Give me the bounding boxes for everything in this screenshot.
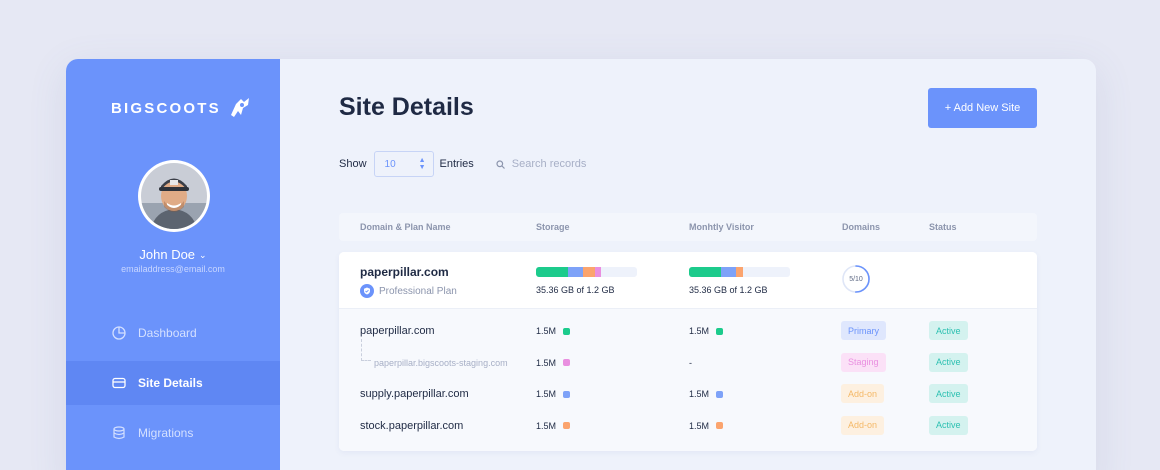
pie-chart-icon	[112, 326, 126, 340]
search-icon	[496, 159, 505, 169]
storage-value-text: 1.5M	[536, 420, 557, 431]
visitors-color-dot	[716, 327, 724, 335]
add-new-site-button[interactable]: + Add New Site	[928, 88, 1037, 128]
table-row[interactable]: supply.paperpillar.com 1.5M 1.5M Add-on Acti…	[339, 378, 1037, 410]
column-header-domains[interactable]: Domains	[842, 222, 880, 232]
entries-value: 10	[384, 158, 396, 170]
visitors-color-dot	[716, 422, 724, 429]
visitors-value-text: -	[689, 357, 692, 368]
shield-check-icon	[360, 284, 374, 298]
show-label: Show	[339, 158, 367, 170]
user-email: emailaddress@email.com	[121, 264, 225, 274]
avatar[interactable]	[138, 160, 210, 232]
sites-table: Domain & Plan Name Storage Monhtly Visit…	[339, 213, 1037, 451]
sidebar-item-site-details[interactable]: Site Details	[66, 361, 280, 405]
status-badge: Active	[929, 384, 968, 403]
sidebar-item-dashboard[interactable]: Dashboard	[66, 311, 280, 355]
domain-name[interactable]: paperpillar.com	[360, 325, 435, 337]
domain-type-badge: Add-on	[841, 384, 885, 403]
card-icon	[112, 376, 126, 390]
storage-usage-label: 35.36 GB of 1.2 GB	[536, 285, 615, 295]
visitors-value: -	[689, 358, 692, 368]
sidebar-item-label: Dashboard	[138, 326, 197, 340]
tree-connector	[361, 338, 371, 361]
domain-type-badge: Staging	[841, 352, 886, 372]
column-header-status[interactable]: Status	[929, 222, 957, 232]
site-name[interactable]: paperpillar.com	[360, 265, 449, 279]
usage-segment	[583, 267, 595, 277]
table-header: Domain & Plan Name Storage Monhtly Visit…	[339, 213, 1037, 241]
search-input[interactable]: Search records	[512, 158, 587, 170]
column-header-visitor[interactable]: Monhtly Visitor	[689, 222, 754, 232]
domains-used: 5/10	[849, 275, 863, 283]
brand-logo[interactable]: BIGSCOOTS	[111, 95, 253, 121]
storage-color-dot	[563, 422, 571, 429]
entries-label: Entries	[439, 158, 474, 170]
storage-color-dot	[563, 390, 571, 398]
storage-color-dot	[563, 359, 571, 366]
page-title: Site Details	[339, 93, 474, 121]
table-row[interactable]: paperpillar.com 1.5M 1.5M Primary Active	[339, 315, 1037, 347]
domain-type-badge: Add-on	[841, 415, 885, 435]
table-controls: Show 10 ▲ ▼ Entries Search records	[339, 151, 586, 177]
visitors-value-text: 1.5M	[689, 326, 710, 336]
sidebar-item-label: Migrations	[138, 426, 194, 440]
storage-usage-bar	[536, 267, 637, 277]
usage-segment	[568, 267, 584, 277]
scoot-rocket-icon	[230, 98, 249, 117]
site-group-header[interactable]: paperpillar.com Professional Plan 35.36 …	[339, 252, 1037, 309]
status-badge: Active	[929, 352, 968, 372]
chevron-down-icon: ⌄	[199, 250, 207, 260]
status-badge: Active	[929, 415, 968, 435]
domain-rows: paperpillar.com 1.5M 1.5M Primary Active pape…	[339, 309, 1037, 451]
plan-name: Professional Plan	[379, 285, 457, 297]
visitors-color-dot	[716, 390, 724, 398]
visitors-value: 1.5M	[689, 420, 724, 431]
storage-value: 1.5M	[536, 357, 571, 368]
sidebar: BIGSCOOTS John Doe ⌄ emailaddress@email.…	[66, 59, 280, 470]
visitors-value-text: 1.5M	[689, 389, 710, 399]
main-content: Site Details + Add New Site Show 10 ▲ ▼ E…	[280, 59, 1096, 470]
usage-segment	[736, 267, 743, 277]
visitors-value: 1.5M	[689, 389, 724, 399]
user-name-text: John Doe	[139, 247, 196, 262]
database-icon	[112, 426, 126, 440]
entries-select[interactable]: 10 ▲ ▼	[373, 151, 434, 177]
staging-domain-name[interactable]: paperpillar.bigscoots-staging.com	[374, 358, 508, 368]
status-badge: Active	[929, 321, 968, 340]
domain-type-badge: Primary	[841, 321, 886, 340]
brand-name: BIGSCOOTS	[111, 99, 221, 117]
storage-color-dot	[563, 327, 571, 335]
app-window: BIGSCOOTS John Doe ⌄ emailaddress@email.…	[66, 59, 1096, 470]
storage-value: 1.5M	[536, 420, 571, 431]
up-down-arrows-icon: ▲ ▼	[418, 157, 426, 171]
domain-name[interactable]: supply.paperpillar.com	[360, 388, 469, 400]
usage-segment	[594, 267, 601, 277]
visitor-usage-label: 35.36 GB of 1.2 GB	[689, 285, 768, 295]
column-header-domain[interactable]: Domain & Plan Name	[360, 222, 451, 232]
user-name[interactable]: John Doe ⌄	[66, 247, 280, 262]
visitors-value-text: 1.5M	[689, 420, 710, 431]
storage-value: 1.5M	[536, 326, 571, 336]
column-header-storage[interactable]: Storage	[536, 222, 570, 232]
sidebar-item-migrations[interactable]: Migrations	[66, 411, 280, 455]
storage-value-text: 1.5M	[536, 389, 557, 399]
site-group: paperpillar.com Professional Plan 35.36 …	[339, 252, 1037, 451]
storage-value-text: 1.5M	[536, 357, 557, 368]
visitors-value: 1.5M	[689, 326, 724, 336]
table-row[interactable]: stock.paperpillar.com 1.5M 1.5M Add-on Activ…	[339, 410, 1037, 442]
domain-name[interactable]: stock.paperpillar.com	[360, 420, 463, 432]
usage-segment	[536, 267, 569, 277]
usage-segment	[689, 267, 722, 277]
sidebar-item-label: Site Details	[138, 376, 203, 390]
search-box[interactable]: Search records	[496, 158, 587, 170]
sidebar-nav: Dashboard Site Details Migrations	[66, 311, 280, 461]
table-row[interactable]: paperpillar.bigscoots-staging.com 1.5M - St…	[339, 338, 1037, 379]
plan-label: Professional Plan	[360, 284, 457, 298]
usage-segment	[721, 267, 737, 277]
visitor-usage-bar	[689, 267, 790, 277]
storage-value: 1.5M	[536, 389, 571, 399]
storage-value-text: 1.5M	[536, 326, 557, 336]
